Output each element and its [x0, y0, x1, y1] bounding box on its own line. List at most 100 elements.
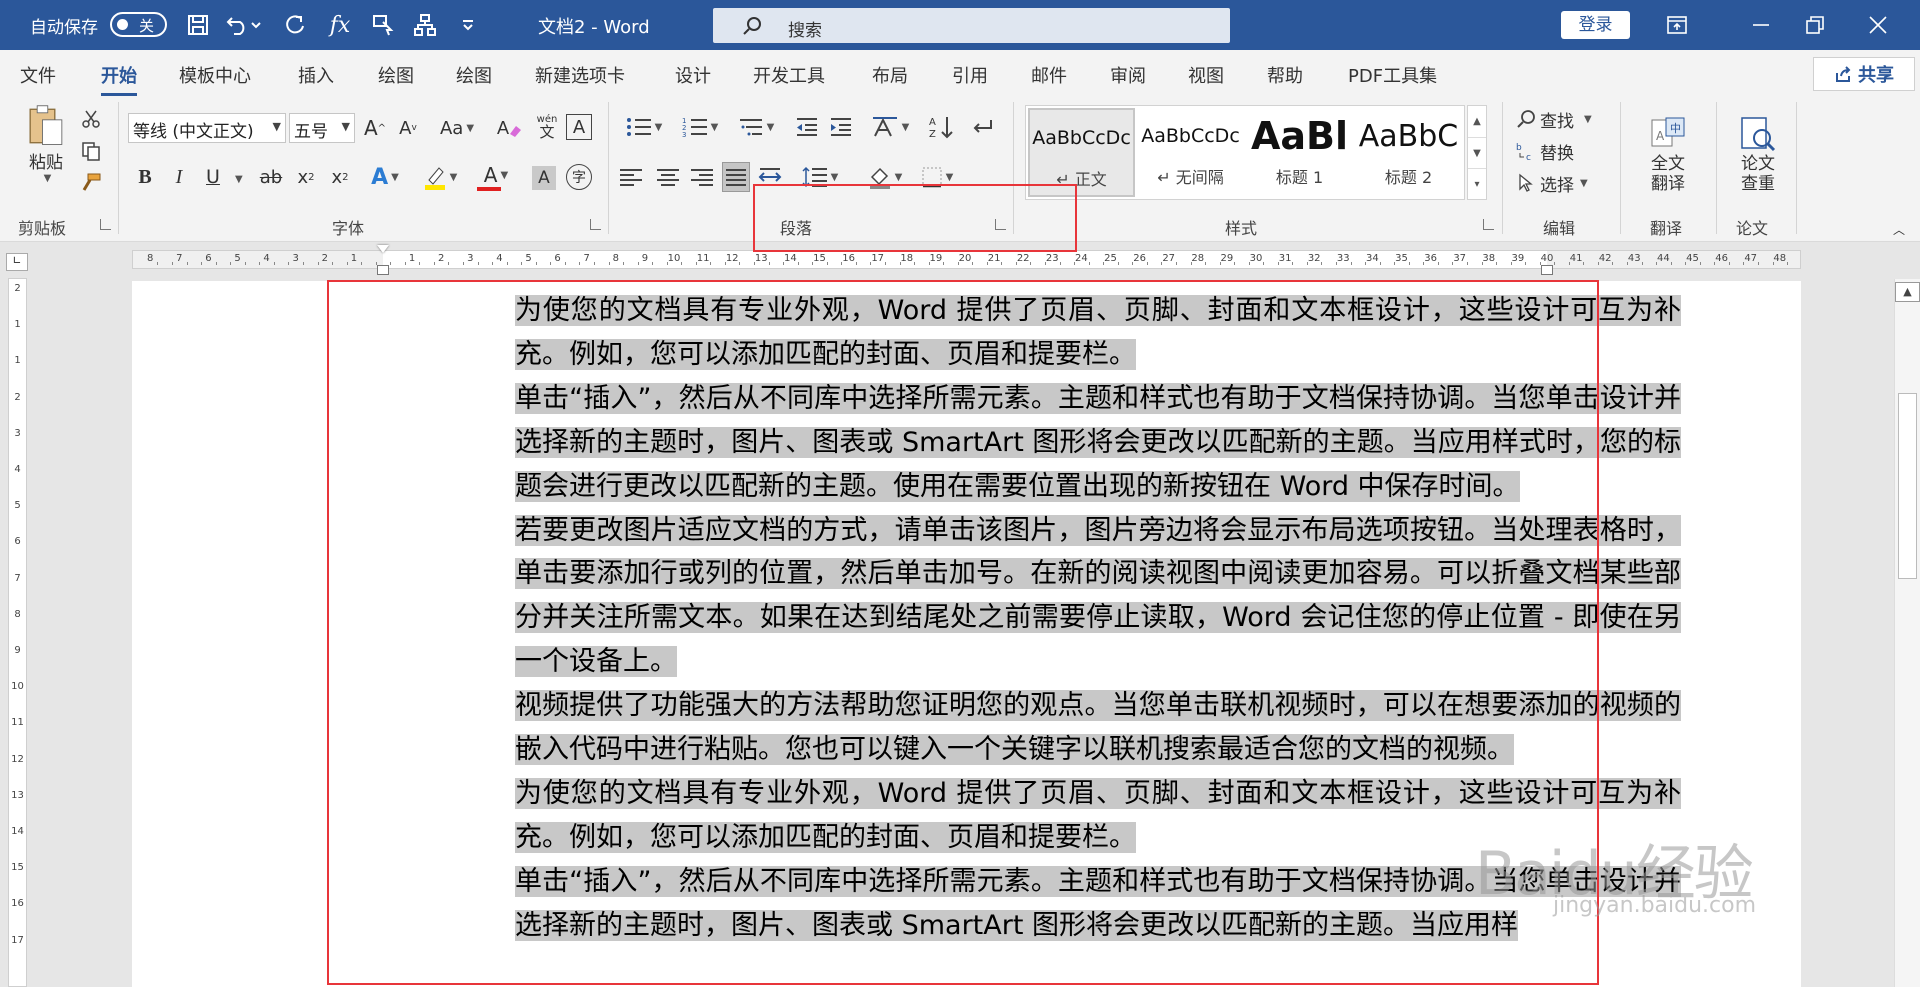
- font-name-select[interactable]: 等线 (中文正文) ▼: [128, 113, 286, 143]
- tab-developer[interactable]: 开发工具: [753, 62, 825, 88]
- search-input[interactable]: 搜索: [713, 8, 1230, 43]
- strikethrough-button[interactable]: ab: [256, 162, 286, 192]
- underline-dropdown-icon[interactable]: ▼: [235, 174, 243, 185]
- character-shading-button[interactable]: A: [532, 166, 556, 190]
- paragraph[interactable]: 视频提供了功能强大的方法帮助您证明您的观点。当您单击联机视频时，可以在想要添加的…: [515, 684, 1681, 772]
- style-normal[interactable]: AaBbCcDc ↵ 正文: [1028, 108, 1135, 197]
- styles-launcher-icon[interactable]: [1483, 219, 1494, 230]
- italic-button[interactable]: I: [166, 162, 192, 192]
- character-border-button[interactable]: A: [566, 114, 592, 140]
- decrease-indent-icon[interactable]: [792, 112, 822, 142]
- align-left-icon[interactable]: [620, 162, 648, 192]
- left-indent-marker[interactable]: [377, 265, 389, 275]
- save-icon[interactable]: [180, 8, 216, 42]
- bold-button[interactable]: B: [132, 162, 158, 192]
- scroll-thumb[interactable]: [1898, 393, 1917, 579]
- borders-button[interactable]: ▼: [914, 162, 960, 192]
- text-effects-button[interactable]: A ▼: [364, 162, 406, 192]
- tab-pdf-tools[interactable]: PDF工具集: [1348, 62, 1437, 88]
- tab-insert[interactable]: 插入: [298, 62, 334, 88]
- align-center-icon[interactable]: [654, 162, 682, 192]
- style-no-spacing[interactable]: AaBbCcDc ↵ 无间隔: [1137, 108, 1244, 197]
- scroll-up-icon[interactable]: ▲: [1468, 106, 1486, 137]
- style-heading-2[interactable]: AaBbC 标题 2: [1355, 108, 1462, 197]
- tab-references[interactable]: 引用: [952, 62, 988, 88]
- cut-icon[interactable]: [78, 106, 104, 132]
- paragraph[interactable]: 若要更改图片适应文档的方式，请单击该图片，图片旁边将会显示布局选项按钮。当处理表…: [515, 509, 1681, 685]
- autosave-toggle[interactable]: 关: [110, 12, 167, 37]
- tab-mailings[interactable]: 邮件: [1031, 62, 1067, 88]
- paragraph[interactable]: 单击“插入”，然后从不同库中选择所需元素。主题和样式也有助于文档保持协调。当您单…: [515, 377, 1681, 509]
- font-color-button[interactable]: A ▼: [474, 162, 518, 192]
- tab-home[interactable]: 开始: [101, 62, 137, 96]
- enclose-characters-button[interactable]: 字: [566, 164, 592, 190]
- sort-icon[interactable]: AZ: [926, 112, 958, 142]
- redo-icon[interactable]: [277, 8, 313, 42]
- tab-help[interactable]: 帮助: [1267, 62, 1303, 88]
- tab-review[interactable]: 审阅: [1110, 62, 1146, 88]
- right-indent-marker[interactable]: [1541, 265, 1553, 275]
- touch-mode-icon[interactable]: [365, 8, 401, 42]
- align-right-icon[interactable]: [688, 162, 716, 192]
- paste-button[interactable]: 粘贴 ▼: [18, 104, 74, 184]
- paragraph-launcher-icon[interactable]: [995, 219, 1006, 230]
- clear-formatting-icon[interactable]: A: [494, 113, 524, 143]
- find-button[interactable]: 查找 ▼: [1516, 104, 1592, 134]
- multilevel-list-button[interactable]: ▼: [732, 112, 780, 142]
- shrink-font-button[interactable]: Av: [395, 113, 421, 143]
- shading-button[interactable]: ▼: [862, 162, 908, 192]
- chinese-layout-button[interactable]: ▼: [866, 112, 914, 142]
- tab-layout[interactable]: 布局: [872, 62, 908, 88]
- distributed-icon[interactable]: [756, 162, 784, 192]
- increase-indent-icon[interactable]: [826, 112, 856, 142]
- font-size-select[interactable]: 五号 ▼: [289, 113, 355, 143]
- minimize-icon[interactable]: [1739, 8, 1783, 42]
- underline-button[interactable]: U: [200, 162, 226, 192]
- tab-view[interactable]: 视图: [1188, 62, 1224, 88]
- select-button[interactable]: 选择 ▼: [1516, 168, 1588, 198]
- undo-dropdown-icon[interactable]: [247, 8, 265, 42]
- ribbon-display-options-icon[interactable]: [1655, 8, 1699, 42]
- hierarchy-icon[interactable]: [407, 8, 443, 42]
- numbering-button[interactable]: 1 2 3 ▼: [676, 112, 724, 142]
- tab-template-center[interactable]: 模板中心: [179, 62, 251, 88]
- change-case-button[interactable]: Aa ▼: [434, 113, 480, 143]
- more-styles-icon[interactable]: ▾: [1468, 168, 1486, 199]
- line-spacing-button[interactable]: ▼: [796, 162, 844, 192]
- share-button[interactable]: 共享: [1813, 57, 1915, 91]
- tab-draw-2[interactable]: 绘图: [456, 62, 492, 88]
- close-icon[interactable]: [1856, 8, 1900, 42]
- full-text-translate-button[interactable]: 中A 全文 翻译: [1636, 104, 1700, 204]
- highlight-color-button[interactable]: ▼: [418, 162, 462, 192]
- show-formatting-marks-icon[interactable]: [966, 112, 998, 142]
- tab-design[interactable]: 设计: [675, 62, 711, 88]
- tab-draw[interactable]: 绘图: [378, 62, 414, 88]
- scroll-up-icon[interactable]: ▲: [1895, 282, 1920, 302]
- paper-check-button[interactable]: 论文 查重: [1726, 104, 1790, 204]
- grow-font-button[interactable]: A ^: [362, 113, 388, 143]
- tab-selector-icon[interactable]: ∟: [6, 253, 28, 271]
- bullets-button[interactable]: ▼: [620, 112, 668, 142]
- clipboard-launcher-icon[interactable]: [100, 219, 111, 230]
- customize-toolbar-icon[interactable]: [450, 8, 486, 42]
- phonetic-guide-button[interactable]: wén 文: [534, 110, 560, 144]
- justify-icon[interactable]: [722, 162, 750, 192]
- vertical-scrollbar[interactable]: ▲: [1894, 279, 1920, 987]
- paragraph[interactable]: 为使您的文档具有专业外观，Word 提供了页眉、页脚、封面和文本框设计，这些设计…: [515, 289, 1681, 377]
- function-icon[interactable]: fx: [322, 8, 358, 42]
- collapse-ribbon-icon[interactable]: ︿: [1888, 220, 1910, 238]
- format-painter-icon[interactable]: [78, 170, 104, 196]
- font-launcher-icon[interactable]: [590, 219, 601, 230]
- first-line-indent-marker[interactable]: [377, 245, 389, 253]
- login-button[interactable]: 登录: [1561, 11, 1630, 39]
- style-heading-1[interactable]: AaBl 标题 1: [1246, 108, 1353, 197]
- styles-scroll[interactable]: ▲ ▼ ▾: [1467, 105, 1487, 200]
- superscript-button[interactable]: x2: [328, 162, 352, 192]
- restore-icon[interactable]: [1793, 8, 1837, 42]
- scroll-down-icon[interactable]: ▼: [1468, 137, 1486, 168]
- replace-button[interactable]: bc 替换: [1516, 136, 1574, 166]
- tab-new-tab[interactable]: 新建选项卡: [535, 62, 625, 88]
- copy-icon[interactable]: [78, 138, 104, 164]
- subscript-button[interactable]: x2: [294, 162, 318, 192]
- tab-file[interactable]: 文件: [20, 62, 56, 88]
